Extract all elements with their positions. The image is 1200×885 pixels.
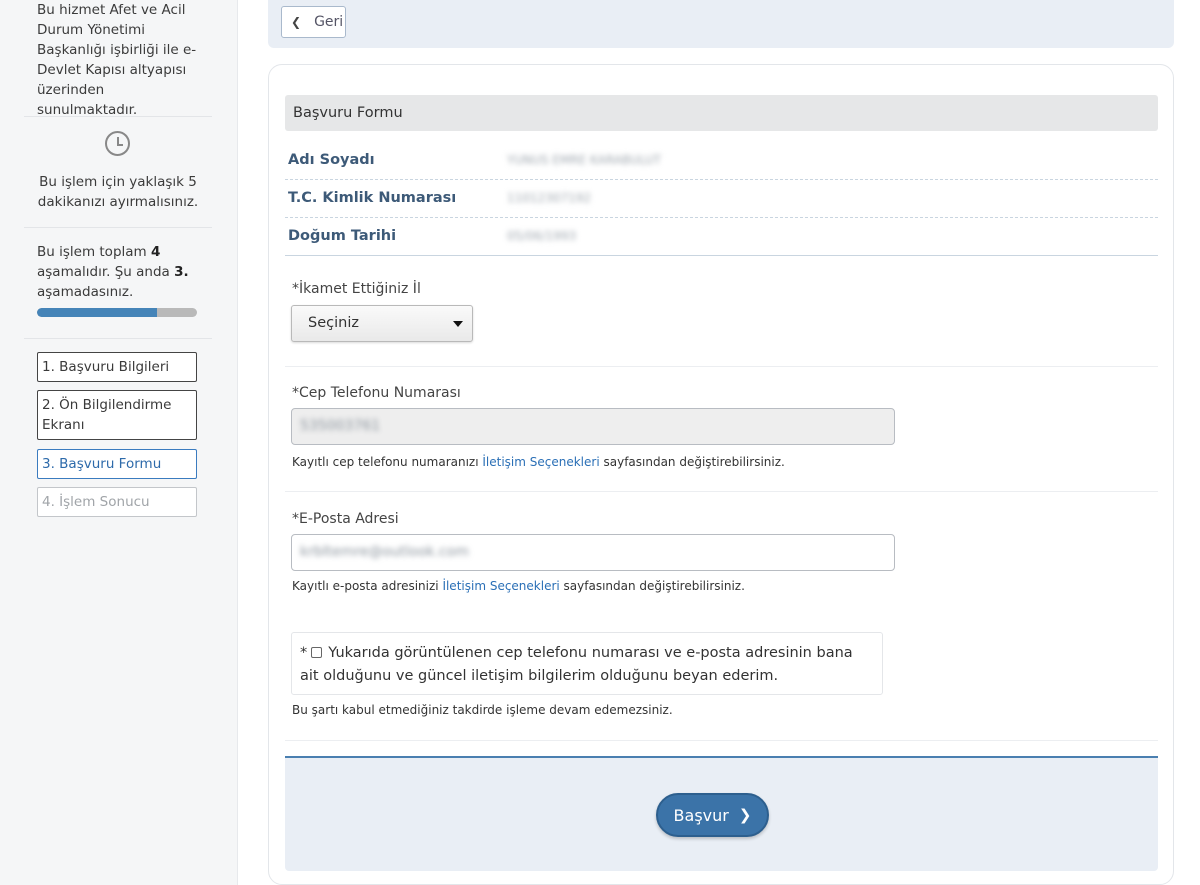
help-prefix: Kayıtlı e-posta adresinizi: [292, 579, 443, 593]
info-row-tc-number: T.C. Kimlik Numarası 11012307192: [285, 180, 1158, 218]
info-row-birth-date: Doğum Tarihi 05/06/1993: [285, 218, 1158, 256]
email-input-value: krbltemre@outlook.com: [300, 544, 469, 560]
top-bar: ❮ Geri: [268, 0, 1174, 48]
caret-down-icon: [453, 321, 463, 327]
clock-icon: [105, 131, 130, 156]
step-label: 2. Ön Bilgilendirme Ekranı: [42, 397, 172, 433]
phone-input[interactable]: 535003761: [291, 408, 895, 445]
step-count-mid: aşamalıdır. Şu anda: [37, 264, 175, 280]
phone-input-value: 535003761: [300, 418, 381, 434]
info-label: Doğum Tarihi: [288, 228, 397, 244]
step-count-text: Bu işlem toplam 4 aşamalıdır. Şu anda 3.…: [37, 242, 207, 302]
consent-text: Yukarıda görüntülenen cep telefonu numar…: [300, 645, 853, 684]
step-total: 4: [150, 244, 161, 260]
step-label: 3. Başvuru Formu: [42, 456, 162, 472]
estimated-time-text: Bu işlem için yaklaşık 5 dakikanızı ayır…: [37, 174, 199, 210]
info-label: T.C. Kimlik Numarası: [288, 190, 457, 206]
chevron-left-icon: ❮: [291, 15, 302, 29]
section-divider: [285, 740, 1158, 741]
info-row-name: Adı Soyadı YUNUS EMRE KARABULUT: [285, 142, 1158, 180]
section-divider: [285, 366, 1158, 367]
info-label: Adı Soyadı: [288, 152, 375, 168]
back-button-label: Geri: [314, 14, 344, 30]
service-info-text: Bu hizmet Afet ve Acil Durum Yönetimi Ba…: [37, 2, 197, 118]
step-basvuru-bilgileri[interactable]: 1. Başvuru Bilgileri: [37, 352, 197, 382]
info-value: 05/06/1993: [507, 229, 577, 243]
required-mark: *: [300, 645, 308, 661]
phone-label: *Cep Telefonu Numarası: [292, 385, 461, 401]
contact-options-link[interactable]: İletişim Seçenekleri: [442, 579, 559, 593]
consent-box: * Yukarıda görüntülenen cep telefonu numa…: [291, 632, 883, 695]
step-basvuru-formu[interactable]: 3. Başvuru Formu: [37, 449, 197, 479]
step-count-prefix: Bu işlem toplam: [37, 244, 151, 260]
sidebar: Bu hizmet Afet ve Acil Durum Yönetimi Ba…: [0, 0, 238, 885]
sidebar-divider: [24, 116, 212, 117]
sidebar-divider: [24, 227, 212, 228]
consent-checkbox[interactable]: [311, 647, 323, 658]
step-progress-bar: [37, 308, 197, 317]
chevron-right-icon: ❯: [738, 806, 752, 824]
step-current: 3.: [174, 264, 189, 280]
form-title: Başvuru Formu: [285, 95, 1158, 131]
step-on-bilgilendirme[interactable]: 2. Ön Bilgilendirme Ekranı: [37, 390, 197, 440]
step-label: 4. İşlem Sonucu: [42, 494, 150, 510]
step-label: 1. Başvuru Bilgileri: [42, 359, 170, 375]
submit-button-label: Başvur: [673, 805, 729, 825]
back-button[interactable]: ❮ Geri: [281, 6, 346, 38]
submit-button[interactable]: Başvur ❯: [656, 793, 769, 837]
section-divider: [285, 491, 1158, 492]
info-value: 11012307192: [507, 191, 591, 205]
sidebar-divider: [24, 338, 212, 339]
info-value: YUNUS EMRE KARABULUT: [507, 153, 662, 167]
step-count-suffix: aşamadasınız.: [37, 284, 134, 300]
help-prefix: Kayıtlı cep telefonu numaranızı: [292, 455, 483, 469]
email-help-text: Kayıtlı e-posta adresinizi İletişim Seçe…: [292, 579, 745, 593]
contact-options-link[interactable]: İletişim Seçenekleri: [482, 455, 599, 469]
step-islem-sonucu: 4. İşlem Sonucu: [37, 487, 197, 517]
help-suffix: sayfasından değiştirebilirsiniz.: [559, 579, 745, 593]
progress-fill: [37, 308, 157, 317]
email-label: *E-Posta Adresi: [292, 511, 399, 527]
city-select-value: Seçiniz: [308, 315, 359, 331]
consent-help-text: Bu şartı kabul etmediğiniz takdirde işle…: [292, 703, 673, 717]
city-label: *İkamet Ettiğiniz İl: [292, 281, 421, 297]
phone-help-text: Kayıtlı cep telefonu numaranızı İletişim…: [292, 455, 785, 469]
city-select[interactable]: Seçiniz: [291, 305, 473, 342]
email-input[interactable]: krbltemre@outlook.com: [291, 534, 895, 571]
help-suffix: sayfasından değiştirebilirsiniz.: [599, 455, 785, 469]
